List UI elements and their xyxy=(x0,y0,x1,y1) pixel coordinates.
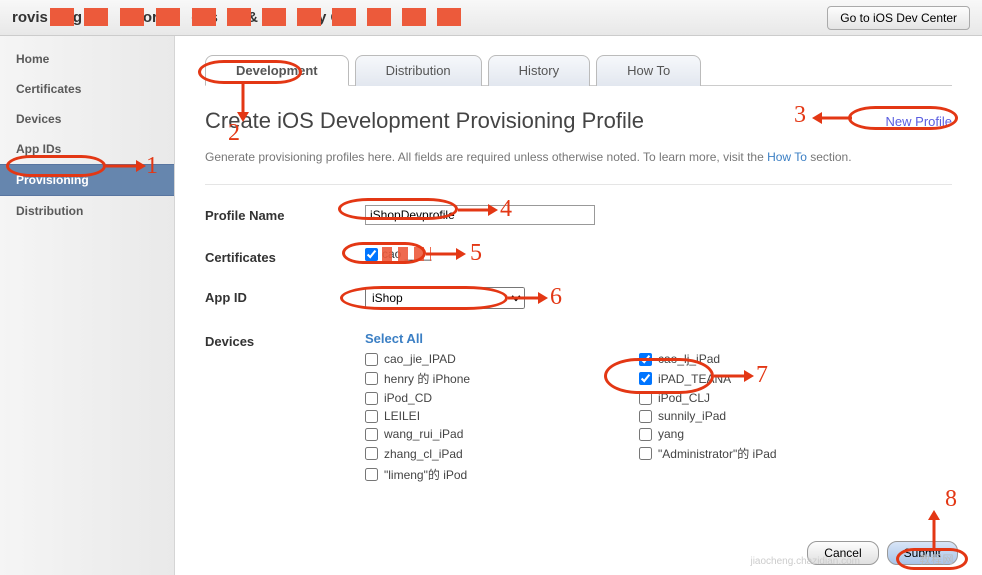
device-checkbox[interactable] xyxy=(365,428,378,441)
sidebar-item-distribution[interactable]: Distribution xyxy=(0,196,174,226)
howto-link[interactable]: How To xyxy=(767,150,807,164)
device-item: zhang_cl_iPad xyxy=(365,445,615,462)
device-label: sunnily_iPad xyxy=(658,409,726,423)
intro-text: Generate provisioning profiles here. All… xyxy=(205,150,952,185)
device-item: LEILEI xyxy=(365,409,615,423)
device-item: henry 的 iPhone xyxy=(365,370,615,387)
device-label: LEILEI xyxy=(384,409,420,423)
main-content: Development Distribution History How To … xyxy=(175,36,982,575)
tab-history[interactable]: History xyxy=(488,55,590,86)
device-checkbox[interactable] xyxy=(365,468,378,481)
new-profile-link[interactable]: New Profile xyxy=(886,114,952,129)
dev-center-button[interactable]: Go to iOS Dev Center xyxy=(827,6,970,30)
device-label: cao_jie_IPAD xyxy=(384,352,456,366)
app-id-label: App ID xyxy=(205,287,365,305)
device-item: yang xyxy=(639,427,889,441)
header-bar: rovis g Po lor ons & te gy C Go to iOS D… xyxy=(0,0,982,36)
device-checkbox[interactable] xyxy=(365,447,378,460)
devices-label: Devices xyxy=(205,331,365,349)
device-label: yang xyxy=(658,427,684,441)
profile-name-input[interactable] xyxy=(365,205,595,225)
device-item: "limeng"的 iPod xyxy=(365,466,615,483)
app-id-select[interactable]: iShop xyxy=(365,287,525,309)
device-label: zhang_cl_iPad xyxy=(384,447,463,461)
watermark: 教程网 xyxy=(920,551,955,567)
certificate-checkbox[interactable] xyxy=(365,248,378,261)
device-item xyxy=(639,466,889,483)
page-title: Create iOS Development Provisioning Prof… xyxy=(205,108,952,134)
device-label: iPAD_TEANA xyxy=(658,372,731,386)
device-label: iPod_CLJ xyxy=(658,391,710,405)
sidebar-item-home[interactable]: Home xyxy=(0,44,174,74)
sidebar-item-provisioning[interactable]: Provisioning xyxy=(0,164,174,196)
device-checkbox[interactable] xyxy=(639,372,652,385)
device-label: "Administrator"的 iPad xyxy=(658,445,777,462)
certificate-name: cao ____ xyxy=(382,247,431,261)
device-checkbox[interactable] xyxy=(639,447,652,460)
device-checkbox[interactable] xyxy=(639,428,652,441)
header-title: rovis g Po lor ons & te gy C xyxy=(12,9,341,26)
device-label: iPod_CD xyxy=(384,391,432,405)
device-checkbox[interactable] xyxy=(639,410,652,423)
device-item: wang_rui_iPad xyxy=(365,427,615,441)
device-checkbox[interactable] xyxy=(365,353,378,366)
tab-howto[interactable]: How To xyxy=(596,55,701,86)
device-label: wang_rui_iPad xyxy=(384,427,463,441)
device-item: iPod_CLJ xyxy=(639,391,889,405)
sidebar-item-devices[interactable]: Devices xyxy=(0,104,174,134)
device-checkbox[interactable] xyxy=(365,392,378,405)
device-checkbox[interactable] xyxy=(365,410,378,423)
select-all-link[interactable]: Select All xyxy=(365,331,423,346)
tabs: Development Distribution History How To xyxy=(205,54,952,86)
device-label: henry 的 iPhone xyxy=(384,370,470,387)
tab-development[interactable]: Development xyxy=(205,55,349,86)
watermark-url: jiaocheng.chazidian.com xyxy=(750,556,860,567)
device-item: iPAD_TEANA xyxy=(639,370,889,387)
devices-grid: cao_jie_IPAD cao_lj_iPadhenry 的 iPhone iPA… xyxy=(365,352,952,483)
device-item: cao_lj_iPad xyxy=(639,352,889,366)
device-item: sunnily_iPad xyxy=(639,409,889,423)
sidebar-item-appids[interactable]: App IDs xyxy=(0,134,174,164)
device-checkbox[interactable] xyxy=(365,372,378,385)
sidebar: Home Certificates Devices App IDs Provis… xyxy=(0,36,175,575)
device-item: "Administrator"的 iPad xyxy=(639,445,889,462)
tab-distribution[interactable]: Distribution xyxy=(355,55,482,86)
device-label: cao_lj_iPad xyxy=(658,352,720,366)
device-checkbox[interactable] xyxy=(639,353,652,366)
device-label: "limeng"的 iPod xyxy=(384,466,467,483)
certificates-label: Certificates xyxy=(205,247,365,265)
profile-name-label: Profile Name xyxy=(205,205,365,223)
device-checkbox[interactable] xyxy=(639,392,652,405)
device-item: iPod_CD xyxy=(365,391,615,405)
device-item: cao_jie_IPAD xyxy=(365,352,615,366)
sidebar-item-certificates[interactable]: Certificates xyxy=(0,74,174,104)
